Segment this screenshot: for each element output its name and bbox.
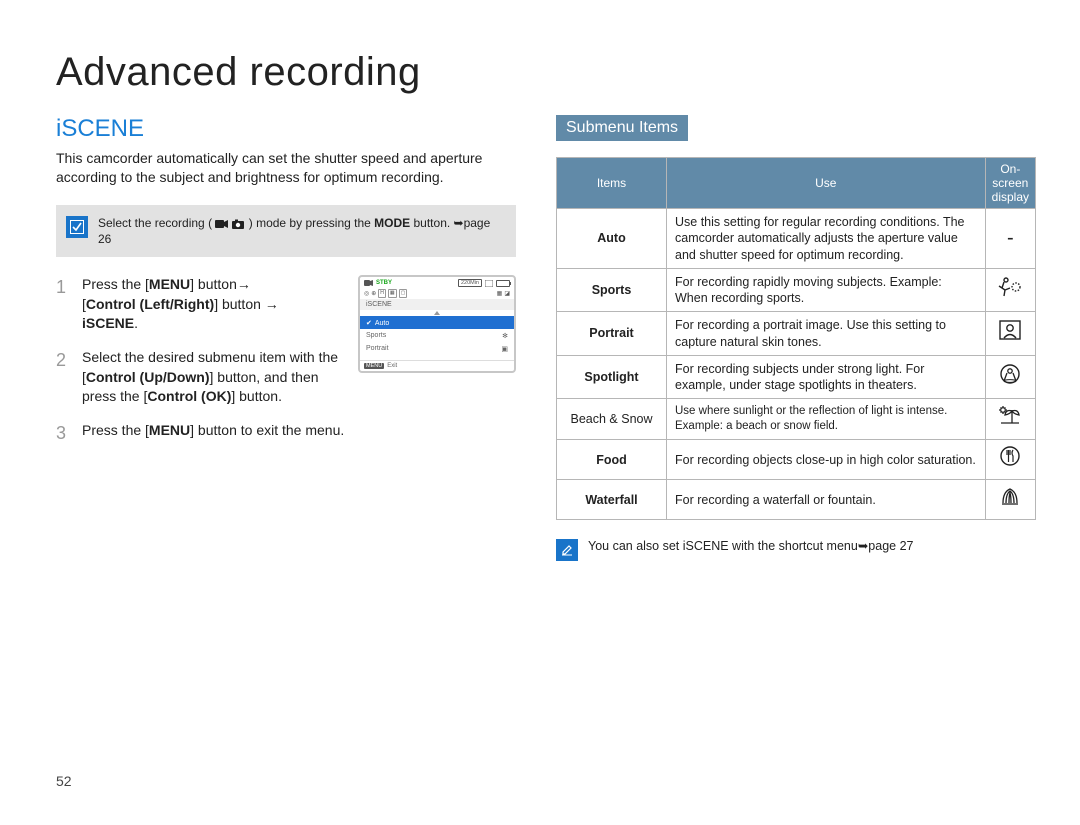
submenu-heading: Submenu Items xyxy=(556,115,688,141)
food-icon xyxy=(985,440,1035,480)
battery-icon xyxy=(496,280,510,287)
intro-text: This camcorder automatically can set the… xyxy=(56,149,516,187)
mode-note: Select the recording ( ) mode by pressin… xyxy=(56,205,516,257)
table-row: Beach & Snow Use where sunlight or the r… xyxy=(557,399,1036,440)
mode-note-text: Select the recording ( ) mode by pressin… xyxy=(98,215,506,247)
note-pencil-icon xyxy=(556,539,578,561)
lcd-menu-label: iSCENE xyxy=(360,299,514,310)
shortcut-note: You can also set iSCENE with the shortcu… xyxy=(556,538,1036,561)
lcd-exit-row: MENU Exit xyxy=(360,360,514,371)
lcd-screenshot: STBY 220Min ◎⊕H▦▢ ▦◪ iSCENE xyxy=(358,275,516,373)
th-display: On-screen display xyxy=(985,158,1035,209)
iscene-heading: iSCENE xyxy=(56,115,516,143)
shortcut-text: You can also set iSCENE with the shortcu… xyxy=(588,538,913,553)
lcd-stby: STBY xyxy=(376,280,392,286)
lcd-option-sports: Sports✻ xyxy=(360,329,514,342)
page-title: Advanced recording xyxy=(56,50,1024,95)
step-3: 3 Press the [MENU] button to exit the me… xyxy=(56,421,516,446)
lcd-time: 220Min xyxy=(458,279,482,287)
lcd-rec-icon xyxy=(364,279,373,287)
page-number: 52 xyxy=(56,773,72,789)
photo-mode-icon xyxy=(231,219,245,229)
submenu-table: Items Use On-screen display Auto Use thi… xyxy=(556,157,1036,520)
mode-icons xyxy=(215,219,245,229)
step-1: 1 Press the [MENU] button→[Control (Left… xyxy=(56,275,348,334)
step-2: 2 Select the desired submenu item with t… xyxy=(56,348,348,407)
video-mode-icon xyxy=(215,219,229,229)
lcd-option-portrait: Portrait▣ xyxy=(360,342,514,355)
table-row: Sports For recording rapidly moving subj… xyxy=(557,268,1036,312)
lcd-option-auto: ✔Auto xyxy=(360,316,514,329)
auto-icon: - xyxy=(985,209,1035,269)
table-row: Food For recording objects close-up in h… xyxy=(557,440,1036,480)
lcd-card-icon xyxy=(485,280,493,287)
right-column: Submenu Items Items Use On-screen displa… xyxy=(556,115,1036,561)
portrait-icon xyxy=(985,312,1035,356)
waterfall-icon xyxy=(985,480,1035,520)
beach-snow-icon xyxy=(985,399,1035,440)
check-badge-icon xyxy=(66,216,88,238)
sports-icon xyxy=(985,268,1035,312)
th-items: Items xyxy=(557,158,667,209)
table-row: Auto Use this setting for regular record… xyxy=(557,209,1036,269)
th-use: Use xyxy=(667,158,986,209)
spotlight-icon xyxy=(985,355,1035,399)
left-column: iSCENE This camcorder automatically can … xyxy=(56,115,516,561)
table-row: Waterfall For recording a waterfall or f… xyxy=(557,480,1036,520)
table-row: Portrait For recording a portrait image.… xyxy=(557,312,1036,356)
table-row: Spotlight For recording subjects under s… xyxy=(557,355,1036,399)
